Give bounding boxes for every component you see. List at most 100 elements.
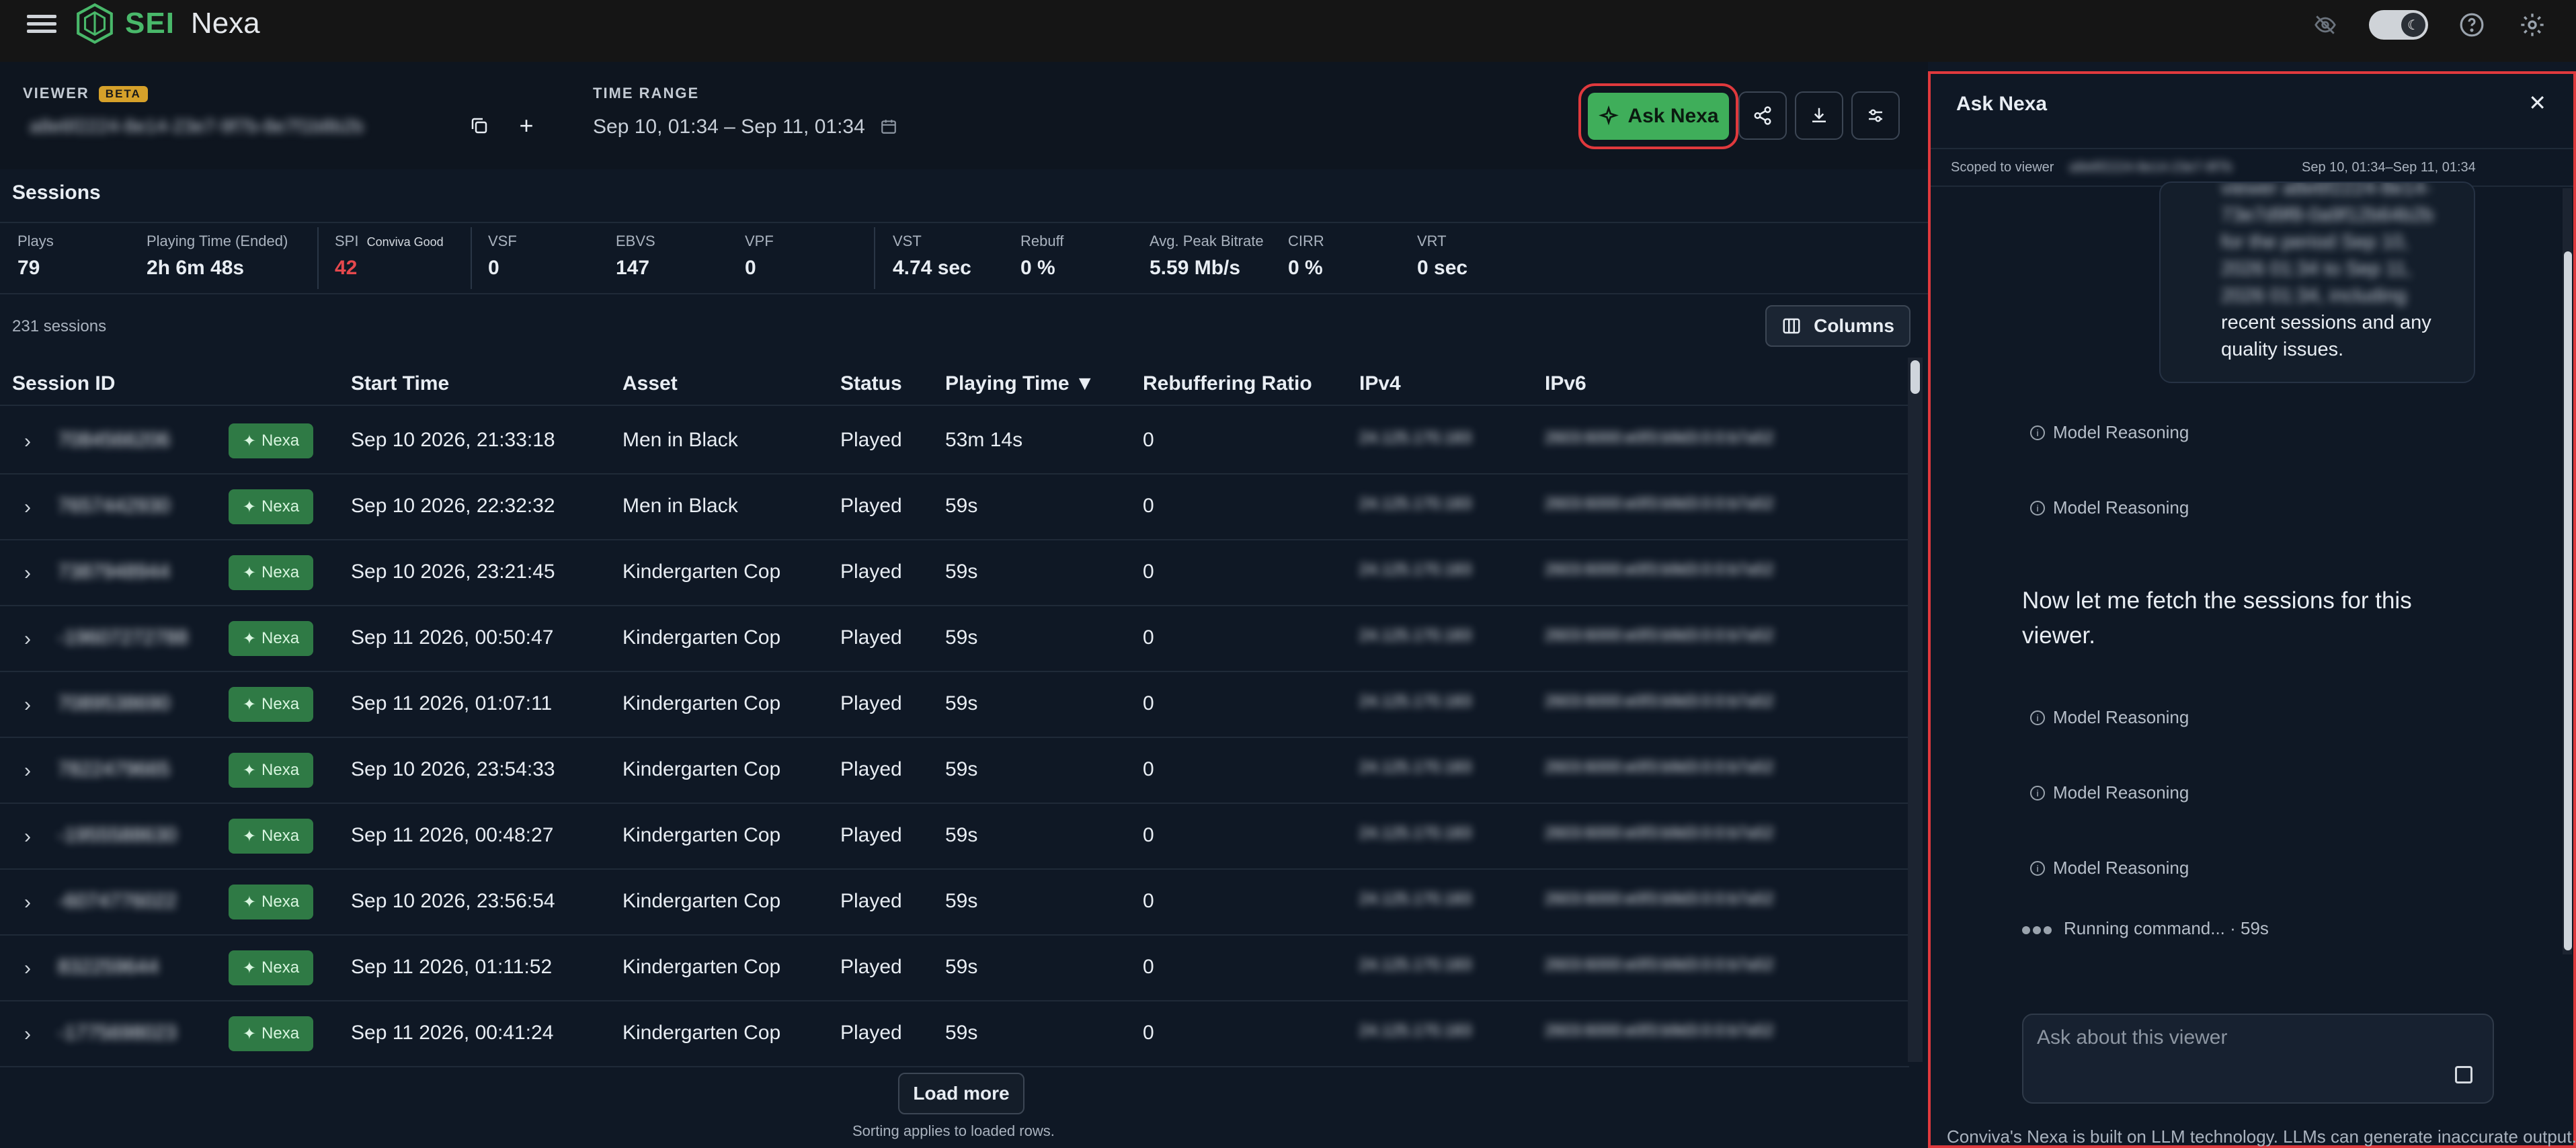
panel-title: Ask Nexa	[1956, 93, 2048, 115]
session-id[interactable]: 832259644	[58, 956, 159, 979]
gear-icon[interactable]	[2515, 8, 2549, 42]
model-reasoning-toggle[interactable]: i Model Reasoning	[2030, 422, 2189, 443]
row-nexa-button[interactable]: ✦ Nexa	[229, 489, 313, 524]
ipv6: 2603:6000:e0f3:b9d3:0:0:b7a52	[1545, 561, 1774, 579]
col-session-id[interactable]: Session ID	[12, 372, 115, 395]
expand-chevron-icon[interactable]: ›	[24, 891, 31, 914]
col-playing-time[interactable]: Playing Time ▼	[945, 372, 1095, 395]
ipv6: 2603:6000:e0f3:b9d3:0:0:b7a52	[1545, 824, 1774, 842]
session-id[interactable]: -1955588630	[58, 824, 177, 847]
row-nexa-button[interactable]: ✦ Nexa	[229, 1016, 313, 1051]
start-time: Sep 11 2026, 01:11:52	[351, 956, 553, 978]
columns-button[interactable]: Columns	[1765, 305, 1910, 347]
session-id[interactable]: 7822479665	[58, 758, 170, 781]
status: Played	[840, 890, 902, 912]
sparkle-icon	[1599, 106, 1619, 126]
user-message-bubble: viewer a8e6f2224-8e14- 73e7d9f8-0a9f12b6…	[2159, 181, 2475, 383]
info-icon: i	[2030, 710, 2045, 725]
table-row[interactable]: › -1775698023 ✦ Nexa Sep 11 2026, 00:41:24 Ki…	[0, 1001, 1909, 1067]
rebuffering-ratio: 0	[1143, 758, 1154, 780]
stop-icon[interactable]	[2455, 1066, 2472, 1083]
close-icon[interactable]: ✕	[2528, 90, 2546, 116]
panel-scrollbar-thumb[interactable]	[2564, 251, 2572, 950]
expand-chevron-icon[interactable]: ›	[24, 496, 31, 519]
session-id[interactable]: 7657442930	[58, 495, 170, 518]
row-nexa-button[interactable]: ✦ Nexa	[229, 753, 313, 788]
table-scrollbar[interactable]	[1908, 358, 1923, 1062]
start-time: Sep 10 2026, 23:21:45	[351, 561, 555, 583]
time-range-value[interactable]: Sep 10, 01:34 – Sep 11, 01:34	[593, 116, 897, 138]
expand-chevron-icon[interactable]: ›	[24, 957, 31, 980]
ipv6: 2603:6000:e0f3:b9d3:0:0:b7a52	[1545, 956, 1774, 974]
bubble-line: for the period Sep 10,	[2221, 231, 2409, 253]
download-button[interactable]	[1795, 91, 1843, 140]
rebuffering-ratio: 0	[1143, 890, 1154, 912]
session-id[interactable]: -19607272788	[58, 626, 188, 649]
model-reasoning-toggle[interactable]: i Model Reasoning	[2030, 782, 2189, 803]
expand-chevron-icon[interactable]: ›	[24, 430, 31, 453]
scope-time: Sep 10, 01:34–Sep 11, 01:34	[2302, 160, 2476, 175]
ipv4: 24.125.170.183	[1359, 956, 1472, 974]
table-row[interactable]: › 7822479665 ✦ Nexa Sep 10 2026, 23:54:33 Kin…	[0, 738, 1909, 804]
col-asset[interactable]: Asset	[622, 372, 678, 395]
row-nexa-button[interactable]: ✦ Nexa	[229, 555, 313, 590]
expand-chevron-icon[interactable]: ›	[24, 628, 31, 651]
table-row[interactable]: › -19607272788 ✦ Nexa Sep 11 2026, 00:50:47 K…	[0, 606, 1909, 672]
row-nexa-button[interactable]: ✦ Nexa	[229, 885, 313, 919]
row-nexa-button[interactable]: ✦ Nexa	[229, 819, 313, 854]
beta-badge: BETA	[98, 86, 148, 103]
table-row[interactable]: › 7084566206 ✦ Nexa Sep 10 2026, 21:33:18 Men…	[0, 409, 1909, 475]
session-id[interactable]: 7084566206	[58, 429, 170, 452]
table-row[interactable]: › -6074776022 ✦ Nexa Sep 10 2026, 23:56:54 Ki…	[0, 870, 1909, 936]
help-icon[interactable]	[2455, 8, 2489, 42]
col-rebuffering-ratio[interactable]: Rebuffering Ratio	[1143, 372, 1312, 395]
col-ipv6[interactable]: IPv6	[1545, 372, 1586, 395]
load-more-button[interactable]: Load more	[898, 1073, 1024, 1114]
table-row[interactable]: › 7387948944 ✦ Nexa Sep 10 2026, 23:21:45 Kin…	[0, 540, 1909, 606]
col-start-time[interactable]: Start Time	[351, 372, 449, 395]
copy-icon[interactable]	[462, 109, 496, 142]
row-nexa-button[interactable]: ✦ Nexa	[229, 687, 313, 722]
playing-time: 59s	[945, 495, 978, 517]
row-nexa-button[interactable]: ✦ Nexa	[229, 621, 313, 656]
session-id[interactable]: 7387948944	[58, 561, 170, 583]
session-id[interactable]: -6074776022	[58, 890, 177, 913]
add-viewer-icon[interactable]: +	[510, 109, 543, 142]
bubble-line: 2026 01:34 to Sep 11,	[2221, 258, 2412, 280]
asset: Kindergarten Cop	[622, 626, 781, 649]
share-button[interactable]	[1738, 91, 1787, 140]
table-row[interactable]: › 7089538690 ✦ Nexa Sep 11 2026, 01:07:11 Kin…	[0, 672, 1909, 738]
info-icon: i	[2030, 500, 2045, 516]
calendar-icon	[881, 120, 896, 134]
table-row[interactable]: › -1955588630 ✦ Nexa Sep 11 2026, 00:48:27 Ki…	[0, 804, 1909, 870]
expand-chevron-icon[interactable]: ›	[24, 694, 31, 716]
col-ipv4[interactable]: IPv4	[1359, 372, 1401, 395]
model-reasoning-toggle[interactable]: i Model Reasoning	[2030, 707, 2189, 728]
session-id[interactable]: 7089538690	[58, 692, 170, 715]
eye-off-icon[interactable]	[2308, 8, 2342, 42]
hamburger-menu-icon[interactable]	[27, 11, 56, 38]
ask-nexa-panel: Ask Nexa ✕ Scoped to viewer a8e6f2224-8e…	[1928, 71, 2576, 1148]
metric-avg-peak-bitrate: Avg. Peak Bitrate 5.59 Mb/s	[1150, 233, 1264, 279]
col-status[interactable]: Status	[840, 372, 902, 395]
app-logo[interactable]: SEI Nexa	[74, 3, 260, 44]
metrics-bar: Plays 79 Playing Time (Ended) 2h 6m 48s SP…	[0, 222, 1928, 294]
table-row[interactable]: › 832259644 ✦ Nexa Sep 11 2026, 01:11:52 Kind…	[0, 936, 1909, 1001]
ask-input[interactable]	[2037, 1024, 2413, 1051]
expand-chevron-icon[interactable]: ›	[24, 760, 31, 782]
theme-toggle[interactable]: ☾	[2369, 10, 2428, 40]
table-row[interactable]: › 7657442930 ✦ Nexa Sep 10 2026, 22:32:32 Men…	[0, 475, 1909, 540]
expand-chevron-icon[interactable]: ›	[24, 825, 31, 848]
expand-chevron-icon[interactable]: ›	[24, 562, 31, 585]
row-nexa-button[interactable]: ✦ Nexa	[229, 950, 313, 985]
table-scrollbar-thumb[interactable]	[1910, 360, 1920, 394]
model-reasoning-toggle[interactable]: i Model Reasoning	[2030, 497, 2189, 518]
ask-nexa-button[interactable]: Ask Nexa	[1578, 83, 1738, 149]
ipv6: 2603:6000:e0f3:b9d3:0:0:b7a52	[1545, 626, 1774, 645]
model-reasoning-toggle[interactable]: i Model Reasoning	[2030, 858, 2189, 878]
expand-chevron-icon[interactable]: ›	[24, 1023, 31, 1046]
scope-viewer-id: a8e6f2224-8e14-23e7-9f7b	[2069, 160, 2232, 175]
row-nexa-button[interactable]: ✦ Nexa	[229, 423, 313, 458]
session-id[interactable]: -1775698023	[58, 1022, 177, 1044]
filters-button[interactable]	[1851, 91, 1900, 140]
